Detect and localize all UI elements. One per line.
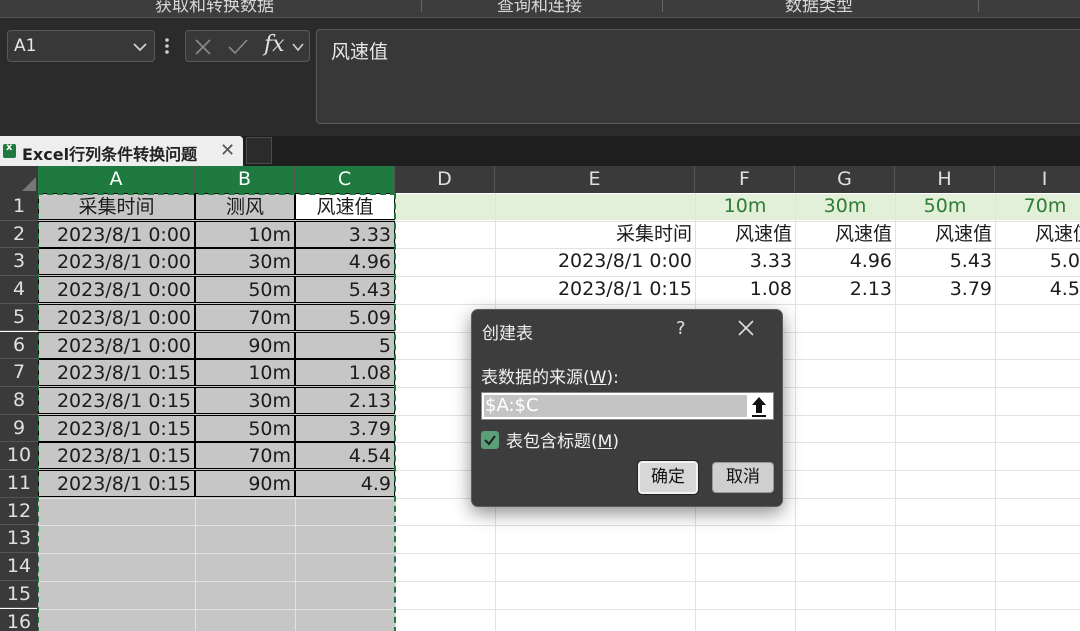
result-data-cell[interactable]: 4.96 (795, 248, 895, 275)
row-header-10[interactable]: 10 (0, 442, 38, 470)
row-header-13[interactable]: 13 (0, 525, 38, 554)
has-headers-accel: M (597, 432, 613, 452)
result-data-cell[interactable]: 2023/8/1 0:15 (495, 276, 695, 303)
formula-area: A1 fx 风速值 (0, 18, 1080, 136)
row-header-12[interactable]: 12 (0, 497, 38, 526)
height-header-cell[interactable]: 30m (795, 193, 895, 220)
cancel-button[interactable]: 取消 (712, 462, 774, 493)
copy-marquee (37, 193, 396, 631)
dialog-title: 创建表 (482, 324, 533, 344)
ribbon-separator (421, 0, 422, 12)
result-data-cell[interactable]: 2.13 (795, 276, 895, 303)
formula-buttons: fx (185, 30, 310, 62)
column-header-e[interactable]: E (495, 166, 695, 193)
row-header-1[interactable]: 1 (0, 193, 38, 221)
result-header-cell[interactable]: 风速值 (895, 221, 995, 248)
workbook-tab-bar: Excel行列条件转换问题 ✕ (0, 136, 1080, 166)
has-headers-checkbox[interactable] (481, 431, 499, 449)
result-data-cell[interactable]: 2023/8/1 0:00 (495, 248, 695, 275)
help-icon[interactable]: ? (676, 318, 686, 339)
row-header-15[interactable]: 15 (0, 580, 38, 609)
cancel-x-icon[interactable] (194, 38, 212, 56)
source-range-label-text: 表数据的来源 (481, 368, 583, 388)
row-header-16[interactable]: 16 (0, 608, 38, 631)
result-data-cell[interactable]: 4.54 (995, 276, 1080, 303)
column-header-a[interactable]: A (38, 166, 195, 193)
result-header-cell[interactable]: 风速值 (695, 221, 795, 248)
create-table-dialog: 创建表 ? 表数据的来源(W): $A:$C 表包含标题(M) 确定 取消 (471, 309, 783, 507)
result-data-cell[interactable]: 5.09 (995, 248, 1080, 275)
source-range-value: $A:$C (484, 395, 747, 417)
ok-button[interactable]: 确定 (637, 460, 699, 495)
chevron-down-icon[interactable] (132, 37, 148, 57)
column-header-d[interactable]: D (395, 166, 495, 193)
row-header-6[interactable]: 6 (0, 331, 38, 360)
workbook-tab-title: Excel行列条件转换问题 (22, 145, 198, 164)
result-header-cell[interactable]: 风速值 (795, 221, 895, 248)
result-data-cell[interactable]: 3.33 (695, 248, 795, 275)
name-box-value: A1 (14, 36, 37, 56)
row-header-2[interactable]: 2 (0, 220, 38, 249)
ribbon-group-queries[interactable]: 查询和连接 (497, 0, 582, 16)
insert-function-icon[interactable]: fx (264, 32, 285, 57)
source-range-label-suffix: : (613, 368, 619, 388)
collapse-dialog-arrow-icon[interactable] (745, 393, 773, 419)
height-header-cell[interactable]: 70m (995, 193, 1080, 220)
name-box[interactable]: A1 (7, 30, 155, 62)
row-header-8[interactable]: 8 (0, 386, 38, 415)
checkmark-icon (484, 435, 496, 446)
column-header-i[interactable]: I (995, 166, 1080, 193)
result-header-cell[interactable]: 采集时间 (495, 221, 695, 248)
result-header-cell[interactable]: 风速值 (995, 221, 1080, 248)
more-options-icon[interactable] (164, 37, 170, 55)
chevron-down-icon[interactable] (291, 40, 305, 54)
source-range-input[interactable]: $A:$C (481, 392, 774, 420)
excel-file-icon (3, 142, 16, 158)
ribbon-group-get-transform[interactable]: 获取和转换数据 (155, 0, 274, 16)
select-all-corner[interactable] (0, 166, 38, 193)
new-tab-button[interactable] (246, 137, 272, 164)
result-data-cell[interactable]: 5.43 (895, 248, 995, 275)
close-icon[interactable] (737, 319, 755, 337)
row-header-7[interactable]: 7 (0, 359, 38, 387)
column-header-f[interactable]: F (695, 166, 795, 193)
ribbon-group-data-types[interactable]: 数据类型 (785, 0, 853, 16)
confirm-check-icon[interactable] (227, 38, 249, 56)
row-header-14[interactable]: 14 (0, 553, 38, 581)
formula-value: 风速值 (331, 41, 389, 63)
row-header-3[interactable]: 3 (0, 248, 38, 277)
row-header-9[interactable]: 9 (0, 414, 38, 443)
column-header-c[interactable]: C (295, 166, 395, 193)
close-icon[interactable]: ✕ (220, 140, 235, 161)
row-header-5[interactable]: 5 (0, 303, 38, 332)
formula-bar[interactable]: 风速值 (316, 29, 1080, 124)
column-header-b[interactable]: B (195, 166, 295, 193)
result-data-cell[interactable]: 3.79 (895, 276, 995, 303)
ribbon-group-labels: 获取和转换数据 查询和连接 数据类型 (0, 0, 1080, 18)
row-header-4[interactable]: 4 (0, 276, 38, 304)
has-headers-label-text: 表包含标题 (506, 432, 591, 452)
column-header-g[interactable]: G (795, 166, 895, 193)
source-range-accel: W (589, 368, 607, 388)
select-all-triangle-icon (22, 177, 36, 191)
workbook-tab[interactable]: Excel行列条件转换问题 ✕ (0, 136, 243, 166)
source-range-label: 表数据的来源(W): (481, 368, 619, 388)
ribbon-separator (978, 0, 979, 12)
ribbon-separator (662, 0, 663, 12)
result-data-cell[interactable]: 1.08 (695, 276, 795, 303)
height-header-cell[interactable]: 50m (895, 193, 995, 220)
row-header-11[interactable]: 11 (0, 470, 38, 498)
column-header-h[interactable]: H (895, 166, 995, 193)
height-header-cell[interactable]: 10m (695, 193, 795, 220)
has-headers-label[interactable]: 表包含标题(M) (506, 427, 619, 452)
